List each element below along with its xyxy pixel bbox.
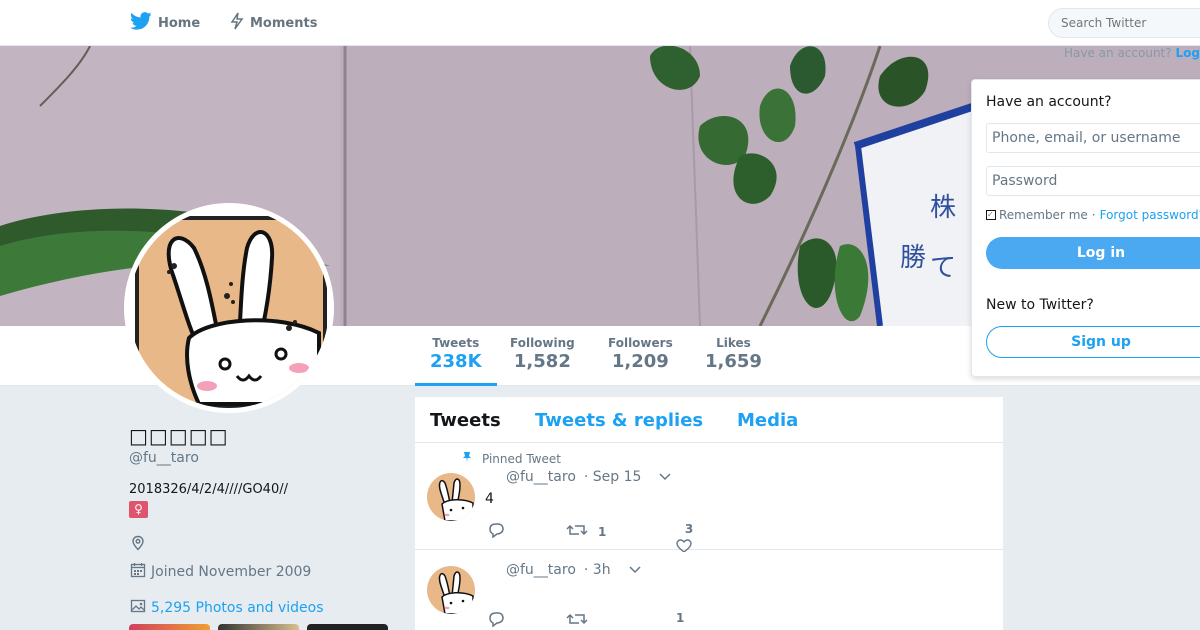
password-field[interactable]: [986, 166, 1200, 196]
timeline: Tweets Tweets & replies Media Pinned Twe…: [415, 397, 1003, 630]
retweet-icon: [566, 522, 598, 541]
tweet-avatar[interactable]: [427, 566, 475, 614]
retweet-button[interactable]: 1: [566, 522, 606, 541]
top-navigation-bar: Home Moments: [0, 0, 1200, 46]
nav-moments[interactable]: Moments: [230, 0, 317, 46]
stat-tweets-value: 238K: [430, 351, 482, 372]
image-icon: [130, 598, 151, 618]
stat-following-value: 1,582: [513, 351, 571, 372]
have-account-login-link[interactable]: Log in: [1175, 46, 1200, 60]
stat-following[interactable]: Following 1,582: [510, 336, 575, 372]
pinned-indicator: Pinned Tweet: [461, 451, 561, 466]
reply-button[interactable]: [487, 611, 515, 630]
tweet-text: 4: [485, 491, 494, 507]
location-icon: [130, 535, 146, 555]
tweet-time[interactable]: · 3h: [584, 562, 611, 578]
stat-likes[interactable]: Likes 1,659: [705, 336, 762, 372]
chevron-down-icon[interactable]: [659, 469, 671, 485]
timeline-tabs: Tweets Tweets & replies Media: [415, 397, 1003, 443]
like-count: 3: [684, 522, 694, 536]
have-account-hint: Have an account? Log in: [1064, 46, 1200, 60]
tab-media[interactable]: Media: [737, 410, 798, 431]
retweet-button[interactable]: [566, 611, 598, 630]
remember-checkbox[interactable]: ✓: [986, 210, 996, 220]
login-dropdown: Have an account? ✓ Remember me · Forgot …: [971, 79, 1200, 377]
photos-videos-label: 5,295 Photos and videos: [151, 600, 324, 616]
joined-text: Joined November 2009: [151, 564, 312, 580]
gender-badge: ♀: [129, 501, 148, 518]
nav-moments-label: Moments: [250, 15, 318, 31]
twitter-bird-icon: [130, 12, 158, 34]
remember-row: ✓ Remember me · Forgot password?: [986, 208, 1200, 222]
retweet-icon: [566, 611, 598, 630]
svg-text:勝: 勝: [900, 243, 926, 273]
heart-icon: [676, 539, 702, 552]
like-button[interactable]: 3: [676, 522, 702, 552]
reply-icon: [487, 522, 515, 542]
tweet-handle[interactable]: @fu__taro: [506, 562, 576, 578]
search-input[interactable]: [1048, 8, 1200, 38]
chevron-down-icon[interactable]: [629, 562, 641, 578]
stat-likes-value: 1,659: [705, 351, 762, 372]
tweet-header: @fu__taro · 3h: [506, 562, 641, 578]
svg-text:株: 株: [930, 193, 956, 223]
reply-button[interactable]: [487, 522, 515, 542]
tweet-header: @fu__taro · Sep 15: [506, 469, 671, 485]
pin-icon: [461, 451, 482, 466]
separator-dot: ·: [1091, 208, 1096, 222]
login-title: Have an account?: [986, 94, 1112, 110]
have-account-hint-text: Have an account?: [1064, 46, 1176, 60]
stat-likes-label: Likes: [716, 336, 751, 350]
login-button[interactable]: Log in: [986, 237, 1200, 269]
nav-home-label: Home: [158, 15, 201, 31]
profile-avatar[interactable]: [124, 203, 334, 413]
like-count: 1: [676, 611, 685, 625]
username-field[interactable]: [986, 123, 1200, 153]
stat-followers-value: 1,209: [611, 351, 669, 372]
retweet-count: 1: [598, 524, 607, 539]
remember-label[interactable]: Remember me: [999, 208, 1088, 222]
stat-followers[interactable]: Followers 1,209: [608, 336, 673, 372]
media-thumbnail[interactable]: [218, 624, 299, 630]
tweet-avatar[interactable]: [427, 473, 475, 521]
calendar-icon: [130, 562, 151, 582]
forgot-password-link[interactable]: Forgot password?: [1100, 208, 1200, 222]
svg-text:て: て: [930, 253, 956, 283]
pinned-label: Pinned Tweet: [482, 451, 561, 466]
joined-row: Joined November 2009: [130, 562, 311, 582]
tab-tweets[interactable]: Tweets: [430, 410, 501, 431]
new-to-twitter-label: New to Twitter?: [986, 297, 1094, 313]
photos-videos-link[interactable]: 5,295 Photos and videos: [130, 598, 324, 618]
lightning-icon: [230, 12, 250, 34]
nav-home[interactable]: Home: [130, 0, 200, 46]
stat-tweets[interactable]: Tweets 238K: [415, 336, 496, 386]
reply-icon: [487, 611, 515, 630]
tab-tweets-replies[interactable]: Tweets & replies: [535, 410, 703, 431]
profile-handle[interactable]: @fu__taro: [129, 450, 199, 466]
profile-name: □□□□□: [129, 424, 229, 448]
profile-bio: 2018326/4/2/4////GO40//: [129, 482, 288, 497]
media-thumbnail[interactable]: [307, 624, 388, 630]
stat-followers-label: Followers: [608, 336, 673, 350]
media-thumbnail[interactable]: [129, 624, 210, 630]
stat-following-label: Following: [510, 336, 575, 350]
tweet-time[interactable]: · Sep 15: [584, 469, 642, 485]
signup-button[interactable]: Sign up: [986, 326, 1200, 358]
tweet-handle[interactable]: @fu__taro: [506, 469, 576, 485]
stat-tweets-label: Tweets: [432, 336, 480, 350]
like-button[interactable]: 1: [676, 611, 684, 625]
